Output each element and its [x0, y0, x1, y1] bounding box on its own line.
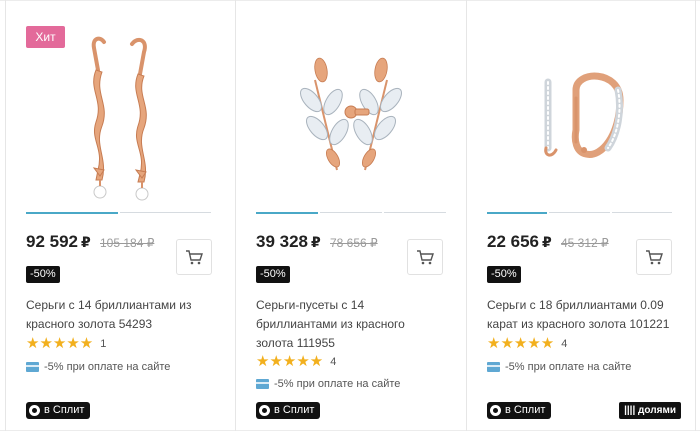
add-to-cart-button[interactable]: [176, 239, 212, 275]
product-card[interactable]: 39 328 ₽ 78 656 ₽ -50% Серьги-пусеты с 14…: [235, 0, 466, 431]
old-price: 78 656 ₽: [330, 236, 378, 250]
split-label: в Сплит: [44, 404, 85, 416]
price-value: 22 656: [487, 232, 539, 251]
cart-icon: [186, 250, 203, 265]
product-title[interactable]: Серьги с 18 бриллиантами 0.09 карат из к…: [487, 296, 682, 334]
split-label: в Сплит: [274, 404, 315, 416]
discount-badge: -50%: [26, 266, 60, 283]
old-price: 105 184 ₽: [100, 236, 155, 250]
slider-dot[interactable]: [320, 212, 382, 213]
discount-badge: -50%: [487, 266, 521, 283]
discount-badge: -50%: [256, 266, 290, 283]
image-slider-indicator[interactable]: [256, 212, 446, 214]
rating-stars: ★★★★★: [487, 335, 555, 352]
payment-card-icon: [487, 362, 500, 372]
payment-note-text: -5% при оплате на сайте: [505, 361, 632, 373]
hit-badge: Хит: [26, 26, 65, 48]
grid-divider: [695, 0, 696, 431]
payment-discount-note: -5% при оплате на сайте: [26, 361, 170, 373]
split-payment-badge[interactable]: в Сплит: [256, 402, 321, 419]
rating: ★★★★★ 1: [26, 336, 106, 352]
currency-sign: ₽: [542, 234, 552, 250]
rating: ★★★★★ 4: [487, 336, 567, 352]
product-grid: Хит 92 592 ₽ 105 184 ₽ -50% Серьги с 14 б…: [0, 0, 700, 431]
payment-card-icon: [26, 362, 39, 372]
slider-dot[interactable]: [119, 212, 211, 213]
review-count[interactable]: 1: [100, 336, 106, 352]
slider-dot[interactable]: [549, 212, 610, 213]
product-title[interactable]: Серьги-пусеты с 14 бриллиантами из красн…: [256, 296, 436, 353]
old-price: 45 312 ₽: [561, 236, 609, 250]
image-slider-indicator[interactable]: [26, 212, 211, 214]
payment-discount-note: -5% при оплате на сайте: [256, 378, 400, 390]
slider-dot-active[interactable]: [26, 212, 118, 214]
product-image[interactable]: [235, 30, 466, 210]
add-to-cart-button[interactable]: [407, 239, 443, 275]
product-card[interactable]: Хит 92 592 ₽ 105 184 ₽ -50% Серьги с 14 б…: [5, 0, 235, 431]
slider-dot-active[interactable]: [487, 212, 548, 214]
payment-note-text: -5% при оплате на сайте: [274, 378, 401, 390]
product-image[interactable]: [5, 30, 235, 210]
price-value: 39 328: [256, 232, 308, 251]
price-value: 92 592: [26, 232, 78, 251]
cart-icon: [417, 250, 434, 265]
image-slider-indicator[interactable]: [487, 212, 672, 214]
product-card[interactable]: 22 656 ₽ 45 312 ₽ -50% Серьги с 18 брилли…: [466, 0, 695, 431]
slider-dot-active[interactable]: [256, 212, 318, 214]
dolyami-payment-badge[interactable]: |||| долями: [619, 402, 681, 419]
product-title[interactable]: Серьги с 14 бриллиантами из красного зол…: [26, 296, 226, 334]
price: 22 656 ₽: [487, 232, 552, 252]
rating-stars: ★★★★★: [256, 353, 324, 370]
payment-card-icon: [256, 379, 269, 389]
rating: ★★★★★ 4: [256, 354, 336, 370]
split-payment-badge[interactable]: в Сплит: [26, 402, 91, 419]
payment-note-text: -5% при оплате на сайте: [44, 361, 171, 373]
review-count[interactable]: 4: [330, 354, 336, 370]
split-logo-icon: [259, 405, 270, 416]
split-label: в Сплит: [505, 404, 546, 416]
add-to-cart-button[interactable]: [636, 239, 672, 275]
split-logo-icon: [29, 405, 40, 416]
currency-sign: ₽: [81, 234, 91, 250]
price: 39 328 ₽: [256, 232, 321, 252]
payment-discount-note: -5% при оплате на сайте: [487, 361, 631, 373]
slider-dot[interactable]: [611, 212, 672, 213]
review-count[interactable]: 4: [561, 336, 567, 352]
cart-icon: [646, 250, 663, 265]
currency-sign: ₽: [311, 234, 321, 250]
split-logo-icon: [490, 405, 501, 416]
rating-stars: ★★★★★: [26, 335, 94, 352]
split-payment-badge[interactable]: в Сплит: [487, 402, 552, 419]
price: 92 592 ₽: [26, 232, 91, 252]
slider-dot[interactable]: [384, 212, 446, 213]
product-image[interactable]: [466, 30, 695, 210]
